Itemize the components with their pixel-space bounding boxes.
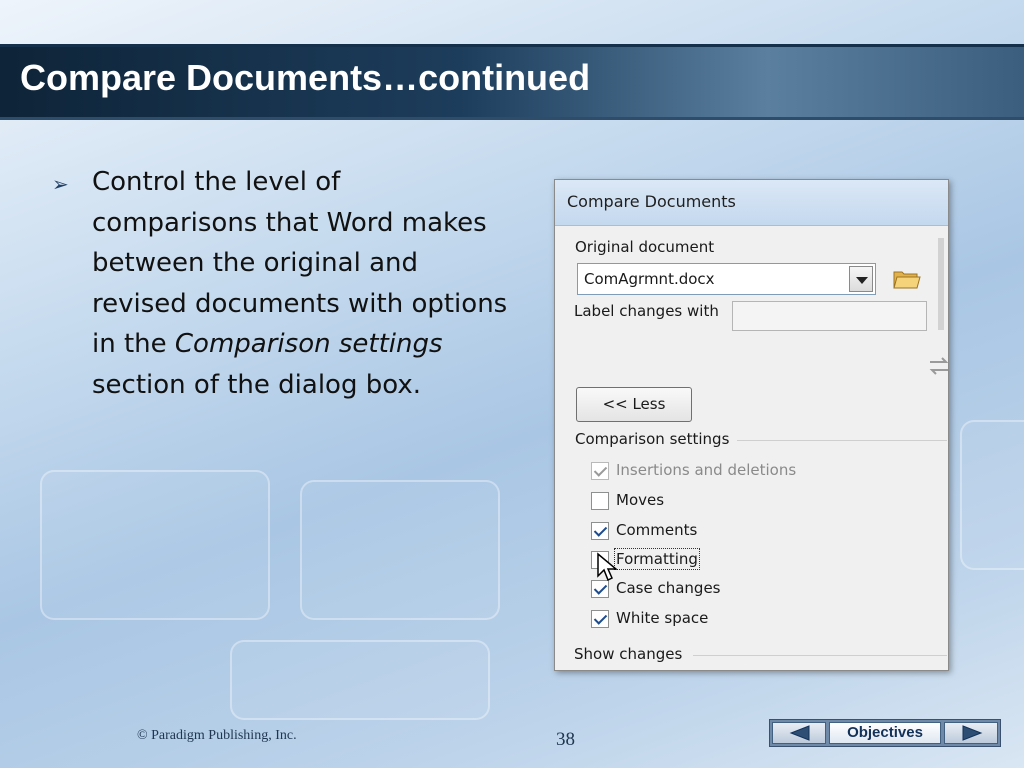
triangle-right-icon	[962, 725, 983, 741]
dialog-title: Compare Documents	[567, 192, 736, 211]
page-number: 38	[556, 729, 575, 750]
footer-copyright: © Paradigm Publishing, Inc.	[137, 728, 297, 743]
chevron-down-icon[interactable]	[849, 266, 873, 292]
checkbox[interactable]	[591, 522, 609, 540]
background-shape	[300, 480, 500, 620]
original-document-label: Original document	[575, 238, 715, 256]
comparison-settings-label: Comparison settings	[575, 430, 730, 448]
next-slide-button[interactable]	[944, 722, 998, 744]
section-divider	[693, 655, 947, 656]
bullet-arrow-icon: ➢	[52, 172, 69, 196]
bullet-text-emphasis: Comparison settings	[174, 329, 443, 359]
title-bar: Compare Documents…continued	[0, 44, 1024, 120]
label-changes-label: Label changes with	[574, 302, 719, 320]
bullet-text: Control the level of comparisons that Wo…	[92, 162, 512, 405]
section-divider	[737, 440, 947, 441]
label-changes-input[interactable]	[732, 301, 927, 331]
less-button[interactable]: << Less	[576, 387, 692, 422]
option-label: Comments	[616, 521, 698, 539]
background-shape	[230, 640, 490, 720]
bullet-text-after: section of the dialog box.	[92, 369, 421, 400]
previous-slide-button[interactable]	[772, 722, 826, 744]
folder-open-icon[interactable]	[893, 268, 921, 290]
checkbox[interactable]	[591, 610, 609, 628]
triangle-left-icon	[789, 725, 810, 741]
background-shape	[960, 420, 1024, 570]
dialog-titlebar: Compare Documents	[555, 180, 948, 226]
option-label: Formatting	[614, 548, 700, 570]
slide-navigation: Objectives	[769, 719, 1001, 747]
objectives-button[interactable]: Objectives	[829, 722, 941, 744]
compare-documents-dialog: Compare Documents Original document ComA…	[554, 179, 949, 671]
option-label: Insertions and deletions	[616, 461, 797, 479]
option-label: White space	[616, 609, 709, 627]
slide-title: Compare Documents…continued	[20, 57, 591, 98]
checkbox[interactable]	[591, 462, 609, 480]
background-shape	[40, 470, 270, 620]
scroll-strip	[938, 238, 944, 330]
option-label: Case changes	[616, 579, 721, 597]
original-document-value: ComAgrmnt.docx	[584, 270, 715, 288]
option-label: Moves	[616, 491, 665, 509]
mouse-pointer-icon	[597, 552, 618, 582]
show-changes-label: Show changes	[574, 645, 683, 663]
checkbox[interactable]	[591, 492, 609, 510]
original-document-combo[interactable]: ComAgrmnt.docx	[577, 263, 876, 295]
swap-arrows-icon[interactable]	[928, 356, 950, 376]
